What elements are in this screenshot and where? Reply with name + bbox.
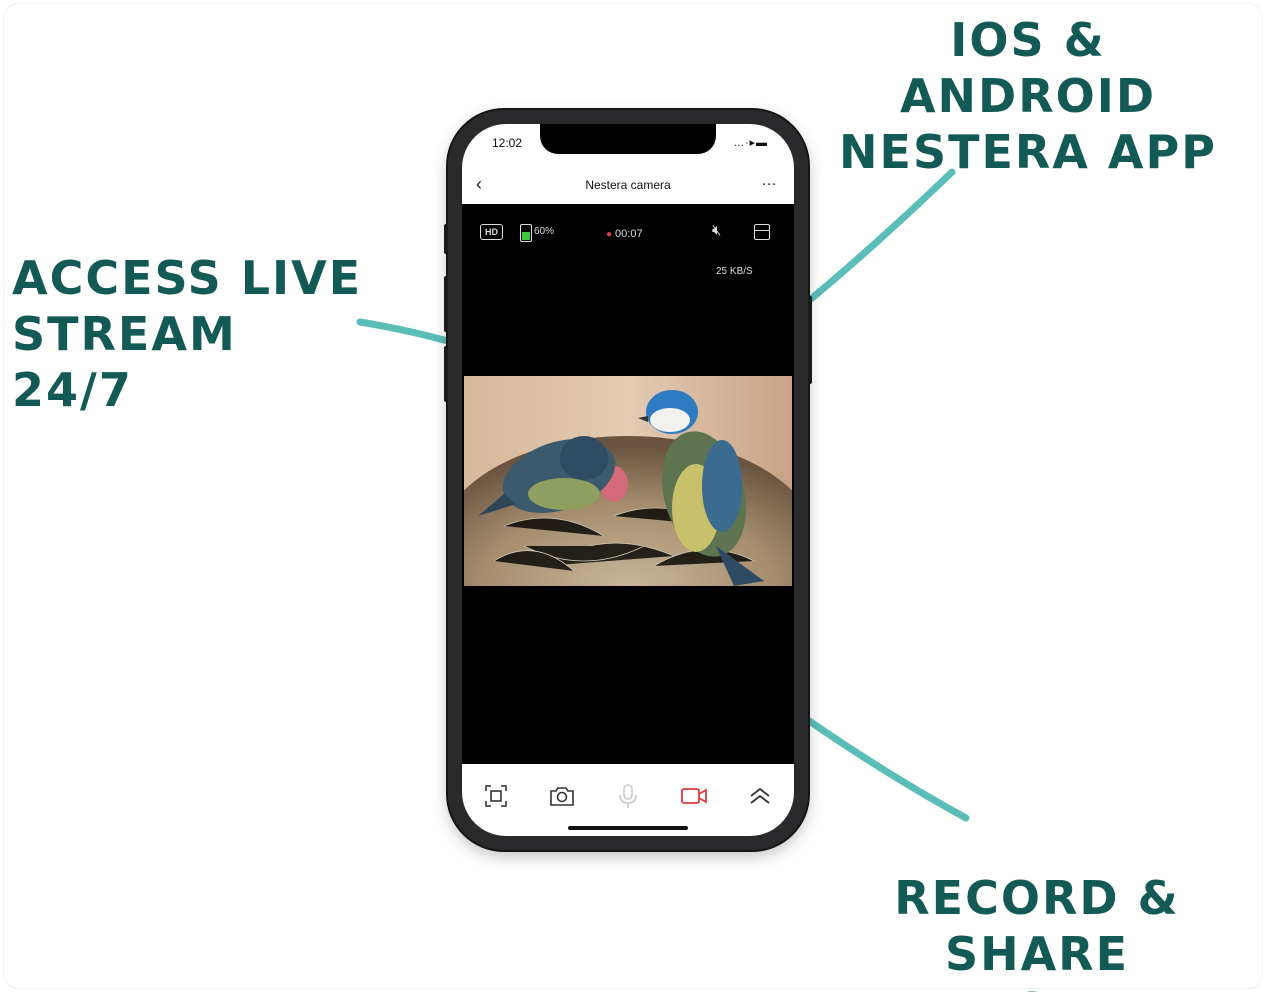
microphone-icon[interactable] <box>614 782 642 810</box>
phone: 12:02 …∙▸▬ ‹ Nestera camera … HD 60% ● 00… <box>444 110 812 850</box>
side-button-mute <box>444 224 448 254</box>
recording-time: 00:07 <box>615 228 643 240</box>
battery-level <box>522 232 530 240</box>
recording-timer: ● 00:07 <box>606 228 643 240</box>
app-header: 12:02 …∙▸▬ ‹ Nestera camera … <box>462 124 794 204</box>
layout-icon[interactable] <box>754 224 770 240</box>
hd-quality-button[interactable]: HD <box>480 224 503 240</box>
chevron-up-icon[interactable] <box>746 782 774 810</box>
page-canvas: IOS & ANDROID NESTERA APP ACCESS LIVE ST… <box>0 0 1268 992</box>
home-indicator <box>568 826 688 830</box>
more-options-icon[interactable]: … <box>761 172 778 190</box>
battery-text: 60% <box>534 226 555 237</box>
side-button-power <box>808 296 812 384</box>
camera-icon[interactable] <box>548 782 576 810</box>
side-button-volume-down <box>444 346 448 402</box>
stream-speed: 25 KB/S <box>716 266 753 277</box>
recording-dot-icon: ● <box>606 229 613 240</box>
screenshot-frame-icon[interactable] <box>482 782 510 810</box>
side-button-volume-up <box>444 276 448 332</box>
live-feed-image[interactable] <box>464 376 792 586</box>
screen-title: Nestera camera <box>585 178 671 192</box>
phone-screen: 12:02 …∙▸▬ ‹ Nestera camera … HD 60% ● 00… <box>462 124 794 836</box>
battery-icon <box>520 224 532 242</box>
video-record-icon[interactable] <box>680 782 708 810</box>
status-time: 12:02 <box>492 136 523 150</box>
notch <box>540 124 716 154</box>
status-icons: …∙▸▬ <box>733 137 768 149</box>
mute-icon[interactable]: 🔇︎ <box>712 222 721 239</box>
